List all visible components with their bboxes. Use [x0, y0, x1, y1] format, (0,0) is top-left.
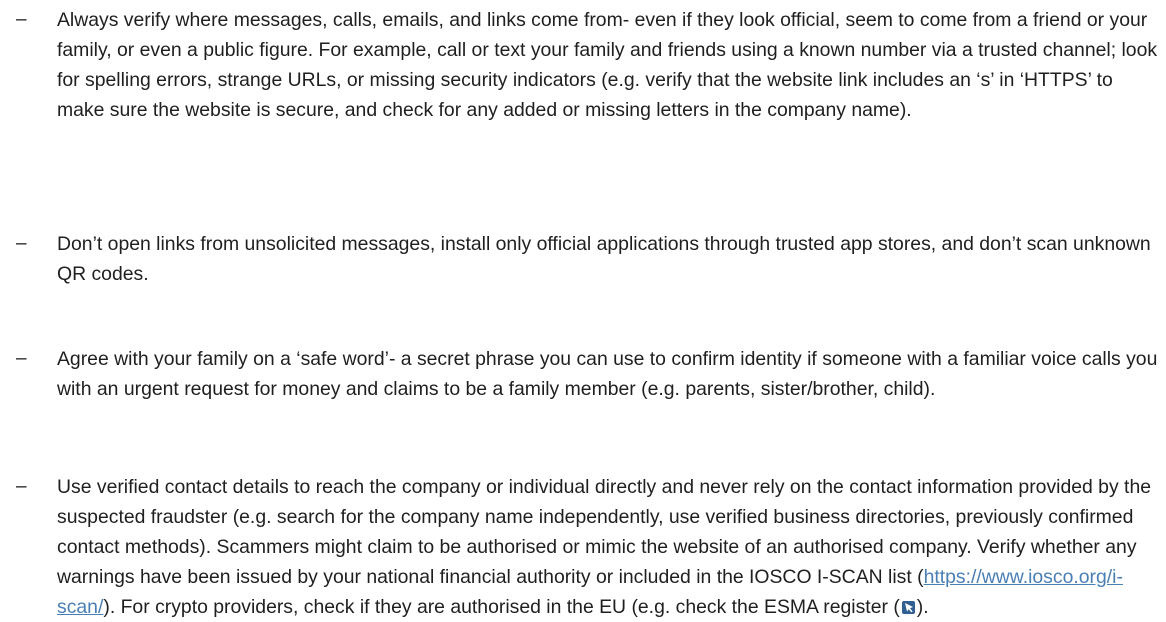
dash-marker: – — [16, 9, 27, 30]
bullet-text-verified-contacts: Use verified contact details to reach th… — [57, 472, 1161, 622]
bullet-text-verify-sources: Always verify where messages, calls, ema… — [57, 9, 1158, 121]
external-link-arrow-icon[interactable] — [901, 601, 915, 614]
dash-marker: – — [16, 233, 27, 254]
bullet-text-part: ). — [916, 596, 929, 618]
dash-marker: – — [16, 348, 27, 369]
bullet-text-safe-word: Agree with your family on a ‘safe word’-… — [57, 348, 1158, 400]
bullet-text-part: ). For crypto providers, check if they a… — [103, 596, 900, 618]
dash-marker: – — [16, 476, 27, 497]
bullet-text-unsolicited-links: Don’t open links from unsolicited messag… — [57, 233, 1151, 285]
